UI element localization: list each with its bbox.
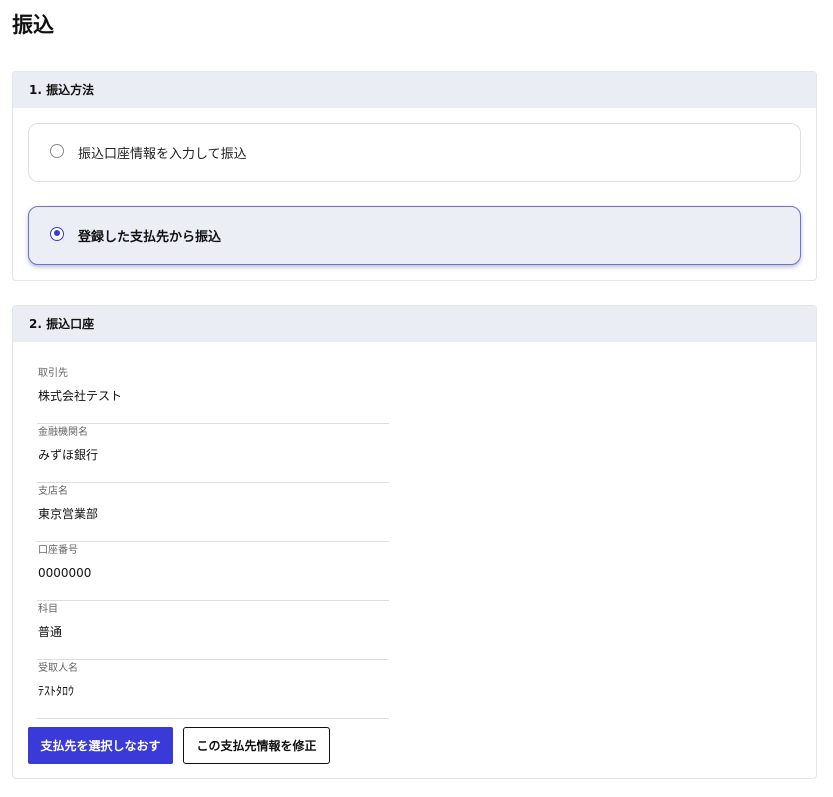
edit-payee-button[interactable]: この支払先情報を修正 <box>183 727 330 764</box>
field-label: 科目 <box>38 604 58 615</box>
reselect-payee-button[interactable]: 支払先を選択しなおす <box>28 727 173 764</box>
transfer-method-heading: 1. 振込方法 <box>13 72 816 108</box>
field-label: 口座番号 <box>38 545 78 556</box>
field-client: 取引先 株式会社テスト <box>37 365 389 424</box>
field-account-number: 口座番号 0000000 <box>37 542 389 601</box>
option-label: 登録した支払先から振込 <box>78 230 222 245</box>
radio-unchecked-icon[interactable] <box>50 143 64 158</box>
field-label: 受取人名 <box>38 663 78 674</box>
field-recipient-name: 受取人名 ﾃｽﾄﾀﾛｳ <box>37 660 389 719</box>
transfer-account-section: 2. 振込口座 取引先 株式会社テスト 金融機関名 みずほ銀行 支店名 東京営業… <box>12 305 817 779</box>
field-value: 東京営業部 <box>38 507 99 521</box>
field-value: みずほ銀行 <box>38 448 99 462</box>
field-label: 金融機関名 <box>38 427 88 438</box>
field-value: 普通 <box>38 625 63 639</box>
field-value: ﾃｽﾄﾀﾛｳ <box>38 684 75 698</box>
field-branch-name: 支店名 東京営業部 <box>37 483 389 542</box>
field-label: 取引先 <box>38 368 68 379</box>
account-detail-list: 取引先 株式会社テスト 金融機関名 みずほ銀行 支店名 東京営業部 口座番号 0… <box>37 365 389 719</box>
radio-checked-icon[interactable] <box>50 226 64 241</box>
page-title: 振込 <box>12 13 54 37</box>
option-label: 振込口座情報を入力して振込 <box>78 147 247 162</box>
field-value: 株式会社テスト <box>38 389 123 403</box>
field-bank-name: 金融機関名 みずほ銀行 <box>37 424 389 483</box>
transfer-account-heading: 2. 振込口座 <box>13 306 816 342</box>
field-account-type: 科目 普通 <box>37 601 389 660</box>
field-value: 0000000 <box>38 566 92 580</box>
option-manual-entry[interactable]: 振込口座情報を入力して振込 <box>28 123 801 182</box>
option-registered-payee[interactable]: 登録した支払先から振込 <box>28 206 801 265</box>
field-label: 支店名 <box>38 486 68 497</box>
transfer-method-section: 1. 振込方法 振込口座情報を入力して振込 登録した支払先から振込 <box>12 71 817 281</box>
